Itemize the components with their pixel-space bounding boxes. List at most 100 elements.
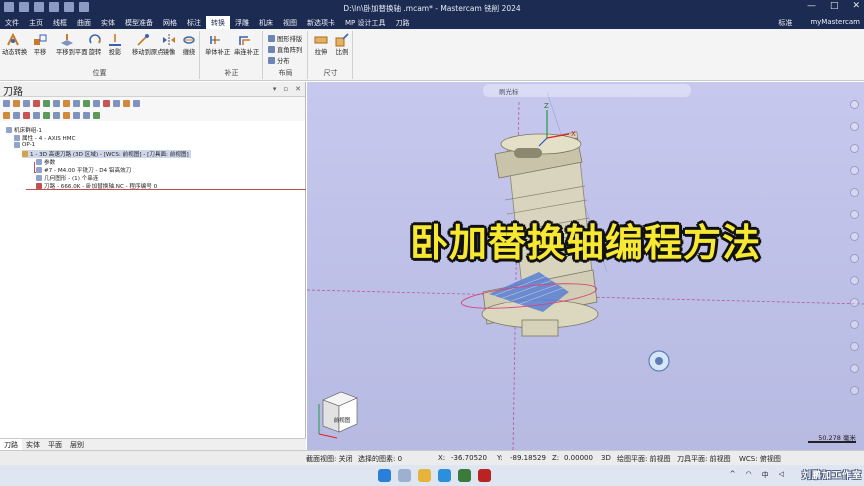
bottom-tab-planes[interactable]: 平面: [44, 439, 66, 450]
single-offset-button[interactable]: 单体补正: [205, 33, 230, 56]
panel-close-button[interactable]: ✕: [295, 85, 301, 93]
help-icon[interactable]: [133, 99, 140, 107]
show-selected-icon[interactable]: [43, 111, 50, 119]
move-up-icon[interactable]: [13, 111, 20, 119]
minimize-button[interactable]: —: [807, 1, 816, 11]
close-button[interactable]: ✕: [852, 1, 860, 11]
tab-relief[interactable]: 浮雕: [230, 16, 254, 29]
single-display-icon[interactable]: [63, 111, 70, 119]
section-view-status[interactable]: 截面视图: 关闭: [306, 454, 353, 464]
tab-annotate[interactable]: 标注: [182, 16, 206, 29]
translate-button[interactable]: 平移: [29, 33, 51, 56]
edge-browser-icon[interactable]: [438, 469, 451, 482]
shade-icon[interactable]: [850, 276, 859, 285]
chain-offset-button[interactable]: 串连补正: [234, 33, 259, 56]
bottom-tab-solids[interactable]: 实体: [22, 439, 44, 450]
toggle-post-icon[interactable]: [123, 99, 130, 107]
file-explorer-icon[interactable]: [418, 469, 431, 482]
lock-icon[interactable]: [103, 99, 110, 107]
group-display-icon[interactable]: [73, 111, 80, 119]
select-all-icon[interactable]: [3, 99, 10, 107]
toggle-display-icon[interactable]: [113, 99, 120, 107]
tree-node-op-group[interactable]: OP-1: [14, 142, 35, 148]
tab-transform[interactable]: 转换: [206, 16, 230, 29]
delete-icon[interactable]: [93, 99, 100, 107]
volume-icon[interactable]: ◁: [779, 470, 784, 480]
zoom-fit-icon[interactable]: [850, 100, 859, 109]
top-view-icon[interactable]: [850, 188, 859, 197]
backplot-icon[interactable]: [43, 99, 50, 107]
network-icon[interactable]: ◠: [746, 470, 752, 480]
dynamic-transform-button[interactable]: 动态转换: [2, 32, 27, 56]
stretch-button[interactable]: 拉伸: [310, 33, 332, 56]
viewport-selection-bar[interactable]: 刷光标: [483, 84, 691, 97]
rotate-button[interactable]: 旋转: [84, 33, 106, 56]
tab-new[interactable]: 新选项卡: [302, 16, 340, 29]
tab-home[interactable]: 主页: [24, 16, 48, 29]
tab-mp-design[interactable]: MP 设计工具: [340, 16, 391, 29]
panel-dropdown-button[interactable]: ▾: [273, 85, 277, 93]
ime-indicator[interactable]: 中: [762, 470, 769, 480]
draw-plane-status[interactable]: 绘图平面: 前视图: [617, 454, 671, 464]
tab-mesh[interactable]: 网格: [158, 16, 182, 29]
pan-icon[interactable]: [850, 166, 859, 175]
start-icon[interactable]: [378, 469, 391, 482]
bottom-tab-levels[interactable]: 层别: [66, 439, 88, 450]
tool-plane-status[interactable]: 刀具平面: 前视图: [677, 454, 731, 464]
clear-colors-icon[interactable]: [850, 320, 859, 329]
mastercam-taskbar-icon[interactable]: [478, 469, 491, 482]
move-down-icon[interactable]: [3, 111, 10, 119]
tab-solids[interactable]: 实体: [96, 16, 120, 29]
panel-float-button[interactable]: ▫: [283, 85, 288, 93]
tree-node-tool[interactable]: #7 - M4.00 平铣刀 - D4 铝高效刀: [36, 166, 131, 174]
wcs-status[interactable]: WCS: 俯视图: [739, 454, 781, 464]
tree-node-params[interactable]: 参数: [36, 158, 55, 166]
project-button[interactable]: 投影: [104, 33, 126, 56]
app-icon[interactable]: [458, 469, 471, 482]
zoom-window-icon[interactable]: [850, 122, 859, 131]
tab-toolpaths[interactable]: 刀路: [391, 16, 415, 29]
regenerate-dirty-icon[interactable]: [33, 99, 40, 107]
tab-wireframe[interactable]: 线框: [48, 16, 72, 29]
maximize-button[interactable]: □: [830, 1, 839, 11]
regenerate-icon[interactable]: [23, 99, 30, 107]
tree-node-toolpath[interactable]: 刀路 - 666.0K - 卧加替换轴.NC - 程序编号 0: [36, 182, 157, 190]
wireframe-icon[interactable]: [850, 298, 859, 307]
mode-toggle[interactable]: 3D: [601, 454, 611, 462]
tab-surface[interactable]: 曲面: [72, 16, 96, 29]
insert-arrow-icon[interactable]: [23, 111, 30, 119]
tab-model-prep[interactable]: 模型准备: [120, 16, 158, 29]
highspeed-icon[interactable]: [83, 99, 90, 107]
show-all-icon[interactable]: [53, 111, 60, 119]
post-icon[interactable]: [73, 99, 80, 107]
distribute-button[interactable]: 分布: [268, 56, 290, 65]
scale-button[interactable]: 比例: [331, 33, 353, 56]
wrap-button[interactable]: 缠绕: [178, 33, 200, 56]
graphics-viewport[interactable]: Z X 刷光标 卧加替换轴编程方法 前视图 50.278 毫米: [307, 82, 864, 450]
section-view-icon[interactable]: [850, 342, 859, 351]
search-icon[interactable]: [398, 469, 411, 482]
translate-to-plane-button[interactable]: 平移到平面: [56, 33, 87, 56]
rotate-view-icon[interactable]: [850, 144, 859, 153]
my-mastercam-link[interactable]: myMastercam: [810, 18, 860, 28]
nesting-button[interactable]: 图形排版: [268, 34, 302, 43]
verify-icon[interactable]: [53, 99, 60, 107]
workspace-selector[interactable]: 标准: [778, 18, 792, 28]
options-icon[interactable]: [93, 111, 100, 119]
tab-machine[interactable]: 机床: [254, 16, 278, 29]
chevron-up-icon[interactable]: ^: [730, 470, 736, 480]
tree-node-operation[interactable]: 1 - 3D 高速刀路 (3D 区域) - [WCS: 前视图] - [刀具面:…: [22, 150, 191, 158]
settings-icon[interactable]: [850, 386, 859, 395]
tree-node-properties[interactable]: 属性 - 4 - AXIS HMC: [14, 134, 75, 142]
bottom-tab-toolpaths[interactable]: 刀路: [0, 439, 22, 450]
grid-icon[interactable]: [850, 364, 859, 373]
select-invalid-icon[interactable]: [13, 99, 20, 107]
tab-view[interactable]: 视图: [278, 16, 302, 29]
filter-icon[interactable]: [83, 111, 90, 119]
simulate-icon[interactable]: [63, 99, 70, 107]
scroll-to-icon[interactable]: [33, 111, 40, 119]
move-to-origin-button[interactable]: 移动到原点: [132, 33, 163, 56]
rectangular-array-button[interactable]: 直角阵列: [268, 45, 302, 54]
tree-node-machine-group[interactable]: 机床群组-1: [6, 126, 42, 134]
tab-file[interactable]: 文件: [0, 16, 24, 29]
